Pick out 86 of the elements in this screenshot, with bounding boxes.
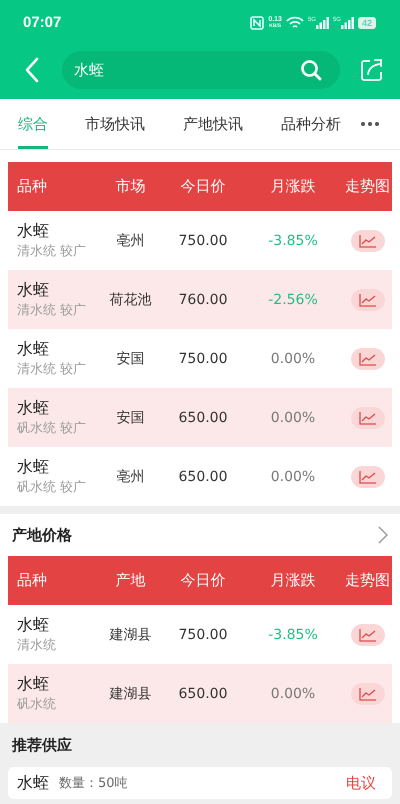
table-row[interactable]: 水蛭 矾水统 建湖县 650.00 0.00% <box>8 664 392 723</box>
table-cell-text: 亳州 <box>116 468 146 486</box>
search-icon[interactable] <box>300 59 322 81</box>
column-header: 品种 <box>16 177 48 196</box>
table-row[interactable]: 水蛭 矾水统 较广 安国 650.00 0.00% <box>8 388 392 447</box>
table-row[interactable]: 水蛭 矾水统 较广 亳州 650.00 0.00% <box>8 447 392 506</box>
section-title: 推荐供应 <box>12 736 72 754</box>
table-cell-text: 亳州 <box>116 232 146 250</box>
table-cell-text: 0.00% <box>270 410 316 426</box>
table-cell-text: 建湖县 <box>108 626 152 644</box>
line-chart-icon <box>358 686 376 700</box>
column-header: 月涨跌 <box>270 571 316 590</box>
trend-chart-button[interactable] <box>350 348 384 370</box>
supply-name: 水蛭 <box>17 772 49 794</box>
product-name: 水蛭 <box>17 674 50 695</box>
column-header: 走势图 <box>344 571 391 590</box>
product-spec: 矾水统 <box>17 696 57 713</box>
line-chart-icon <box>358 470 376 484</box>
trend-chart-button[interactable] <box>350 230 384 252</box>
column-header: 月涨跌 <box>270 177 316 196</box>
product-spec: 矾水统 较广 <box>17 420 88 437</box>
product-spec: 清水统 较广 <box>17 361 88 378</box>
supply-quantity: 数量：50吨 <box>59 775 129 792</box>
product-name: 水蛭 <box>17 280 50 301</box>
nfc-icon <box>250 16 264 30</box>
signal-icon <box>316 16 329 28</box>
chevron-right-icon[interactable] <box>378 526 388 544</box>
wifi-icon <box>286 16 304 30</box>
more-icon[interactable] <box>361 122 379 126</box>
column-header: 产地 <box>114 571 146 590</box>
status-time: 07:07 <box>23 14 62 31</box>
table-cell-text: 0.00% <box>270 350 316 366</box>
supply-card[interactable]: 水蛭 数量：50吨 电议 <box>8 767 392 799</box>
table-cell-text: 建湖县 <box>108 684 152 702</box>
table-cell-text: 安国 <box>116 408 146 426</box>
table-cell-text: 荷花池 <box>108 290 152 308</box>
column-header: 品种 <box>16 571 48 590</box>
table-row[interactable]: 水蛭 清水统 较广 亳州 750.00 -3.85% <box>8 211 392 270</box>
table-cell-text: 650.00 <box>178 686 228 702</box>
trend-chart-button[interactable] <box>350 682 384 704</box>
tab[interactable]: 品种分析 <box>281 99 341 149</box>
line-chart-icon <box>358 410 376 424</box>
column-header: 市场 <box>114 177 146 196</box>
tab[interactable]: 产地快讯 <box>183 99 243 149</box>
back-icon[interactable] <box>24 57 40 83</box>
trend-chart-button[interactable] <box>350 406 384 428</box>
table-cell-text: 0.00% <box>270 686 316 702</box>
signal-icon <box>340 16 354 28</box>
product-name: 水蛭 <box>17 221 50 242</box>
table-cell-text: 750.00 <box>178 626 228 642</box>
table-row[interactable]: 水蛭 清水统 建湖县 750.00 -3.85% <box>8 605 392 664</box>
table-cell-text: 安国 <box>116 350 146 368</box>
section-title: 产地价格 <box>12 526 72 544</box>
trend-chart-button[interactable] <box>350 288 384 310</box>
product-name: 水蛭 <box>17 398 50 419</box>
product-spec: 清水统 <box>17 637 57 654</box>
supply-price: 电议 <box>346 774 376 792</box>
trend-chart-button[interactable] <box>350 624 384 646</box>
column-header: 今日价 <box>180 177 226 196</box>
line-chart-icon <box>358 352 376 366</box>
column-header: 走势图 <box>344 177 391 196</box>
line-chart-icon <box>358 628 376 642</box>
table-row[interactable]: 水蛭 清水统 较广 安国 750.00 0.00% <box>8 329 392 388</box>
product-spec: 清水统 较广 <box>17 302 88 319</box>
battery-indicator: 42 <box>358 16 376 28</box>
line-chart-icon <box>358 292 376 306</box>
table-cell-text: -2.56% <box>267 292 319 308</box>
table-cell-text: 650.00 <box>178 468 228 484</box>
table-cell-text: 750.00 <box>178 232 228 248</box>
table-row[interactable]: 水蛭 清水统 较广 荷花池 760.00 -2.56% <box>8 270 392 329</box>
product-name: 水蛭 <box>17 339 50 360</box>
column-header: 今日价 <box>180 571 226 590</box>
table-cell-text: 650.00 <box>178 410 228 426</box>
share-icon[interactable] <box>360 58 384 82</box>
tab[interactable]: 市场快讯 <box>85 99 145 149</box>
table-cell-text: 760.00 <box>178 292 228 308</box>
product-spec: 清水统 较广 <box>17 243 88 260</box>
table-cell-text: 750.00 <box>178 350 228 366</box>
table-cell-text: -3.85% <box>267 232 319 248</box>
line-chart-icon <box>358 234 376 248</box>
table-cell-text: -3.85% <box>267 626 319 642</box>
product-spec: 矾水统 较广 <box>17 479 88 496</box>
product-name: 水蛭 <box>17 615 50 636</box>
trend-chart-button[interactable] <box>350 466 384 488</box>
product-name: 水蛭 <box>17 457 50 478</box>
table-cell-text: 0.00% <box>270 468 316 484</box>
